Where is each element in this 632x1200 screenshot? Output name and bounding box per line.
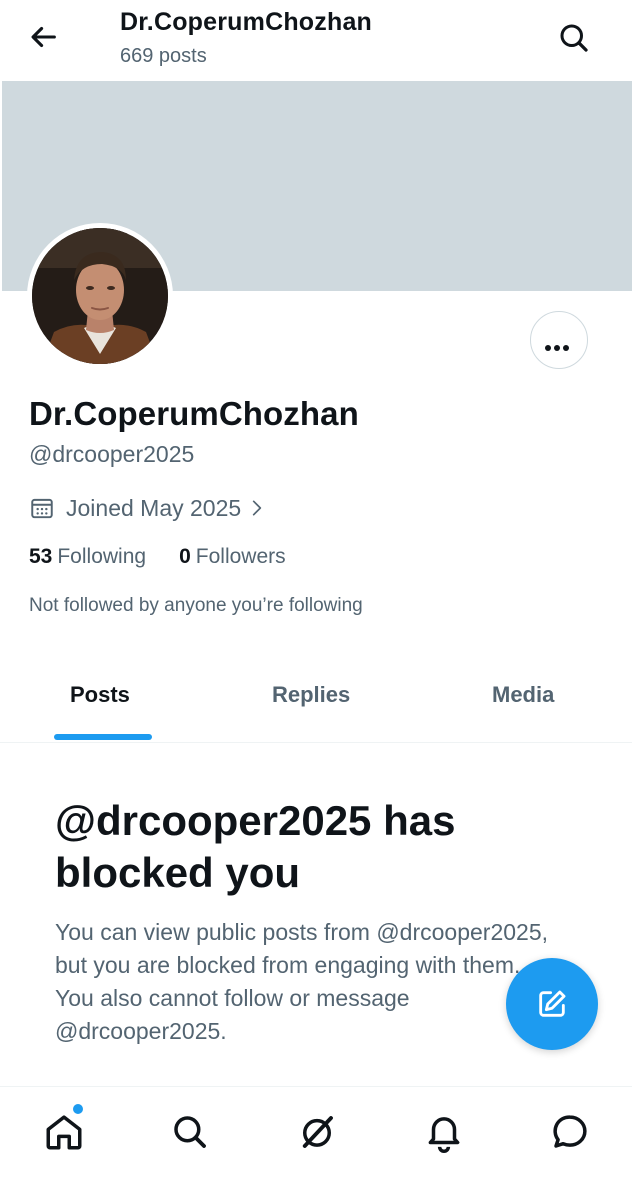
display-name: Dr.CoperumChozhan xyxy=(29,395,359,432)
blocked-title: @drcooper2025 has blocked you xyxy=(55,797,456,896)
following-count: 53 xyxy=(29,545,53,568)
follow-counts: 53 Following 0 Followers xyxy=(29,545,286,569)
grok-icon xyxy=(302,1116,333,1148)
header-title: Dr.CoperumChozhan xyxy=(120,8,373,36)
nav-grok[interactable] xyxy=(296,1111,338,1153)
active-tab-indicator xyxy=(54,734,152,740)
post-count: 669 posts xyxy=(120,45,207,67)
profile-page: Dr.CoperumChozhan 669 posts Dr.CoperumCh… xyxy=(0,0,632,1200)
user-handle: @drcooper2025 xyxy=(29,441,195,467)
joined-date-row[interactable]: Joined May 2025 xyxy=(29,491,267,525)
header-search-button[interactable] xyxy=(556,20,592,56)
search-icon xyxy=(174,1116,206,1148)
calendar-icon xyxy=(31,498,53,519)
nav-home[interactable] xyxy=(43,1111,85,1153)
home-icon xyxy=(46,1115,82,1150)
compose-post-button[interactable] xyxy=(506,958,598,1050)
nav-messages[interactable] xyxy=(549,1111,591,1153)
followers-label: Followers xyxy=(195,545,286,568)
bell-icon xyxy=(428,1117,460,1153)
arrow-left-icon xyxy=(31,26,56,48)
nav-search[interactable] xyxy=(169,1111,211,1153)
top-header: Dr.CoperumChozhan 669 posts xyxy=(0,0,632,80)
tab-media[interactable]: Media xyxy=(492,682,554,708)
following-label: Following xyxy=(57,545,147,568)
ellipsis-icon xyxy=(545,338,572,356)
tab-posts[interactable]: Posts xyxy=(70,682,130,708)
followers-count: 0 xyxy=(179,545,191,568)
avatar-photo xyxy=(32,228,168,364)
not-followed-text: Not followed by anyone you’re following xyxy=(29,595,363,616)
back-button[interactable] xyxy=(26,20,60,54)
bottom-nav xyxy=(0,1086,632,1200)
followers-link[interactable]: 0 Followers xyxy=(179,545,286,569)
message-icon xyxy=(553,1115,587,1148)
search-icon xyxy=(560,24,588,52)
blocked-body: You can view public posts from @drcooper… xyxy=(55,919,548,1044)
compose-icon xyxy=(539,990,566,1017)
profile-tabs: Posts Replies Media xyxy=(0,660,632,743)
nav-notifications[interactable] xyxy=(423,1111,465,1153)
chevron-right-icon xyxy=(253,500,262,516)
tab-replies[interactable]: Replies xyxy=(272,682,350,708)
more-options-button[interactable] xyxy=(530,311,588,369)
joined-date: Joined May 2025 xyxy=(66,494,242,521)
avatar[interactable] xyxy=(27,223,173,369)
home-notification-dot xyxy=(72,1103,84,1115)
following-link[interactable]: 53 Following xyxy=(29,545,146,569)
